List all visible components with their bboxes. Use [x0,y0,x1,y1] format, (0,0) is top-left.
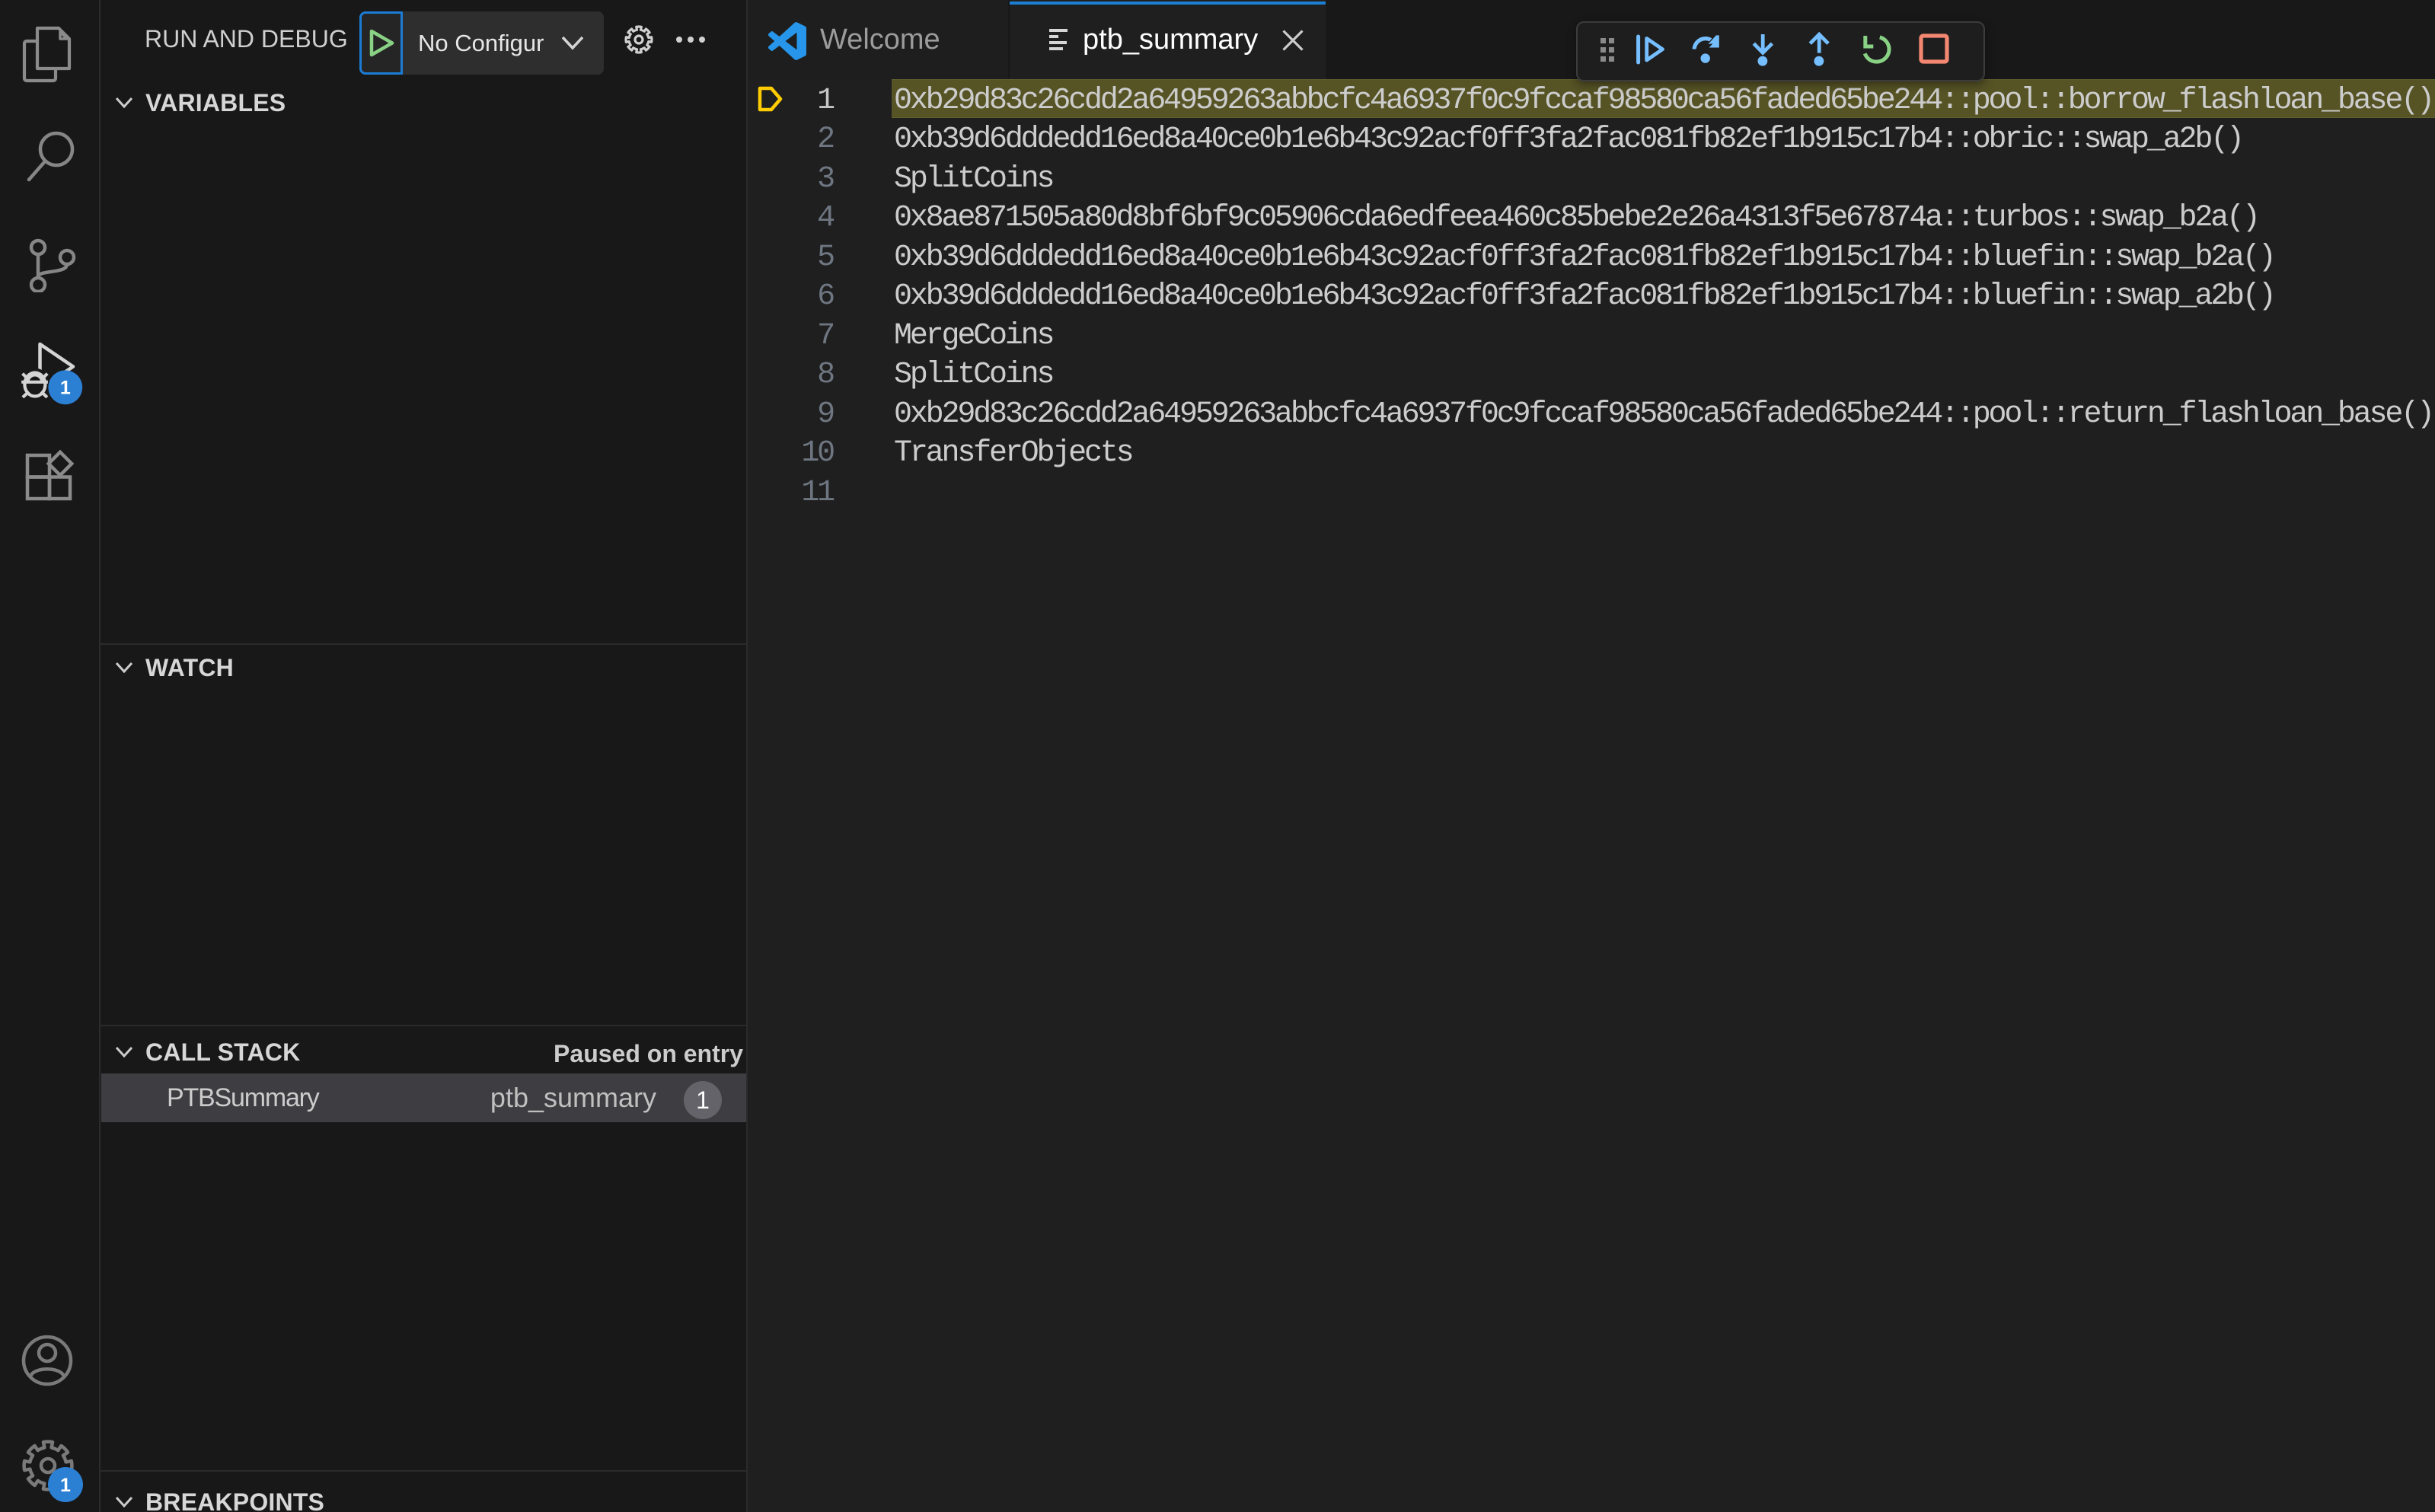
svg-text:1: 1 [60,1475,71,1496]
svg-text:1: 1 [60,378,71,399]
